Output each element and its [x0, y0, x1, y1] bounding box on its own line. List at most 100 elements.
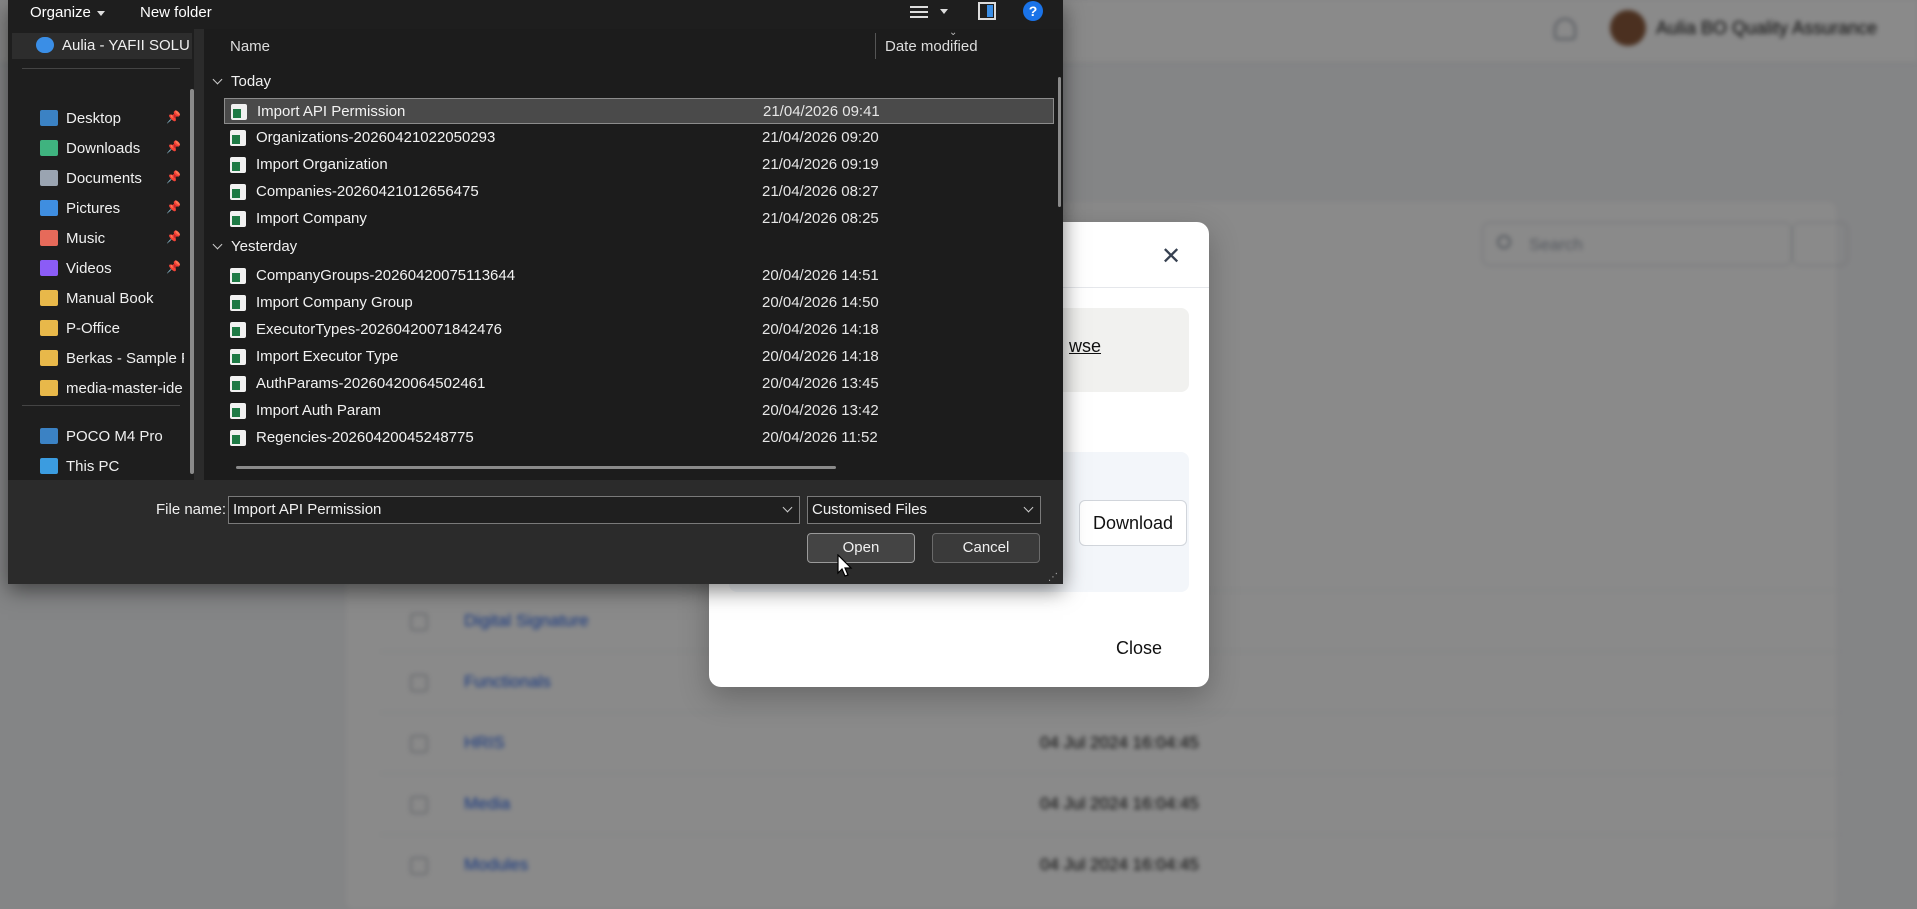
file-row[interactable]: Import API Permission 21/04/2026 09:41 — [224, 98, 1054, 124]
pin-icon: 📌 — [166, 140, 181, 154]
sidebar-item-label: Downloads — [66, 140, 141, 157]
sidebar-item[interactable]: Manual Book — [8, 286, 184, 312]
excel-file-icon — [230, 430, 246, 447]
sidebar-item[interactable]: POCO M4 Pro — [8, 424, 184, 450]
chevron-down-icon — [96, 10, 105, 16]
cancel-button[interactable]: Cancel — [932, 533, 1040, 563]
excel-file-icon — [231, 104, 247, 120]
column-divider[interactable] — [875, 33, 876, 59]
organize-button[interactable]: Organize — [30, 4, 105, 21]
group-label: Yesterday — [231, 237, 298, 255]
close-button[interactable]: Close — [1116, 638, 1162, 659]
file-name: Companies-20260421012656475 — [256, 183, 479, 201]
file-name: Import Company Group — [256, 293, 413, 311]
help-icon[interactable]: ? — [1023, 1, 1043, 21]
file-row[interactable]: Import Company Group 20/04/2026 14:50 — [224, 290, 1054, 316]
excel-file-icon — [230, 348, 246, 365]
sidebar-item[interactable]: Videos 📌 — [8, 256, 184, 282]
new-folder-button[interactable]: New folder — [140, 4, 212, 21]
folder-icon — [40, 290, 58, 306]
file-name: CompanyGroups-20260420075113644 — [256, 266, 516, 284]
group-header[interactable]: Yesterday — [212, 237, 298, 255]
browse-link[interactable]: wse — [1069, 336, 1101, 357]
desktop-icon — [40, 110, 58, 126]
close-icon[interactable]: ✕ — [1156, 242, 1186, 272]
chevron-down-icon[interactable] — [940, 9, 948, 14]
column-header-date[interactable]: Date modified — [885, 38, 978, 55]
sidebar-item-label: Berkas - Sample F — [66, 350, 184, 367]
sidebar-item-label: Documents — [66, 170, 142, 187]
file-name: Import API Permission — [257, 103, 406, 120]
file-row[interactable]: Regencies-20260420045248775 20/04/2026 11… — [224, 425, 1054, 451]
sidebar-item-label: Aulia - YAFII SOLU — [62, 37, 190, 54]
sidebar-item-label: Manual Book — [66, 290, 154, 307]
chevron-up-icon: ⌄ — [949, 27, 958, 38]
chevron-down-icon — [212, 74, 223, 85]
sidebar-item[interactable]: This PC — [8, 454, 184, 480]
file-date: 21/04/2026 08:25 — [762, 210, 879, 228]
sidebar-item[interactable]: Music 📌 — [8, 226, 184, 252]
preview-pane-icon[interactable] — [978, 2, 996, 20]
computer-icon — [40, 458, 58, 474]
horizontal-scrollbar[interactable] — [236, 466, 836, 469]
file-name: Import Company — [256, 210, 367, 228]
file-row[interactable]: Import Organization 21/04/2026 09:19 — [224, 152, 1054, 178]
file-row[interactable]: Organizations-20260421022050293 21/04/202… — [224, 125, 1054, 151]
pin-icon: 📌 — [166, 260, 181, 274]
file-row[interactable]: CompanyGroups-20260420075113644 20/04/202… — [224, 263, 1054, 289]
sidebar-item[interactable]: Desktop 📌 — [8, 106, 184, 132]
sidebar-item[interactable]: media-master-ide — [8, 376, 184, 402]
sidebar-item[interactable]: Downloads 📌 — [8, 136, 184, 162]
chevron-down-icon[interactable] — [782, 502, 793, 513]
dialog-toolbar: Organize New folder ? — [8, 0, 1063, 29]
pin-icon: 📌 — [166, 200, 181, 214]
group-header[interactable]: Today — [212, 73, 272, 90]
music-icon — [40, 230, 58, 246]
column-header-name[interactable]: Name — [230, 38, 270, 55]
excel-file-icon — [230, 375, 246, 392]
pictures-icon — [40, 200, 58, 216]
file-list: ⌄ Name Date modified Today Import API Per… — [204, 27, 1063, 480]
sidebar-item-label: This PC — [66, 458, 120, 475]
chevron-down-icon — [212, 239, 223, 249]
file-name: Import Organization — [256, 156, 388, 174]
sidebar-item[interactable]: Berkas - Sample F — [8, 346, 184, 372]
group-label: Today — [231, 73, 272, 90]
excel-file-icon — [230, 294, 246, 311]
resize-grip-icon[interactable]: ⋰ — [1048, 572, 1058, 583]
file-row[interactable]: Companies-20260421012656475 21/04/2026 08… — [224, 179, 1054, 205]
chevron-down-icon — [1023, 502, 1034, 513]
documents-icon — [40, 170, 58, 186]
nav-scrollbar[interactable] — [190, 89, 194, 474]
excel-file-icon — [230, 403, 246, 419]
vertical-scrollbar[interactable] — [1058, 77, 1061, 207]
file-name-value: Import API Permission — [233, 501, 382, 518]
file-row[interactable]: Import Company 21/04/2026 08:25 — [224, 206, 1054, 232]
file-row[interactable]: Import Executor Type 20/04/2026 14:18 — [224, 344, 1054, 370]
file-name: ExecutorTypes-20260420071842476 — [256, 320, 503, 338]
open-button[interactable]: Open — [807, 533, 915, 563]
sidebar-item-onedrive[interactable]: Aulia - YAFII SOLU — [12, 33, 192, 59]
file-name-input[interactable]: Import API Permission — [228, 496, 800, 524]
pin-icon: 📌 — [166, 170, 181, 184]
sidebar-item[interactable]: Documents 📌 — [8, 166, 184, 192]
view-options-icon[interactable] — [910, 3, 928, 21]
file-date: 20/04/2026 11:52 — [762, 429, 878, 447]
file-type-select[interactable]: Customised Files — [807, 496, 1041, 524]
dialog-footer: File name: Import API Permission Customi… — [8, 480, 1063, 584]
file-row[interactable]: ExecutorTypes-20260420071842476 20/04/202… — [224, 317, 1054, 343]
file-type-value: Customised Files — [812, 501, 928, 518]
file-row[interactable]: Import Auth Param 20/04/2026 13:42 — [224, 398, 1054, 424]
phone-icon — [40, 428, 58, 444]
excel-file-icon — [230, 184, 246, 201]
download-button[interactable]: Download — [1079, 500, 1187, 546]
file-date: 21/04/2026 08:27 — [762, 183, 879, 201]
file-date: 20/04/2026 14:50 — [762, 293, 879, 311]
organize-label: Organize — [30, 4, 91, 21]
file-date: 21/04/2026 09:20 — [762, 129, 879, 147]
file-name: AuthParams-20260420064502461 — [256, 374, 486, 392]
sidebar-item[interactable]: P-Office — [8, 316, 184, 342]
file-name: Organizations-20260421022050293 — [256, 129, 496, 147]
sidebar-item[interactable]: Pictures 📌 — [8, 196, 184, 222]
file-row[interactable]: AuthParams-20260420064502461 20/04/2026 1… — [224, 371, 1054, 397]
